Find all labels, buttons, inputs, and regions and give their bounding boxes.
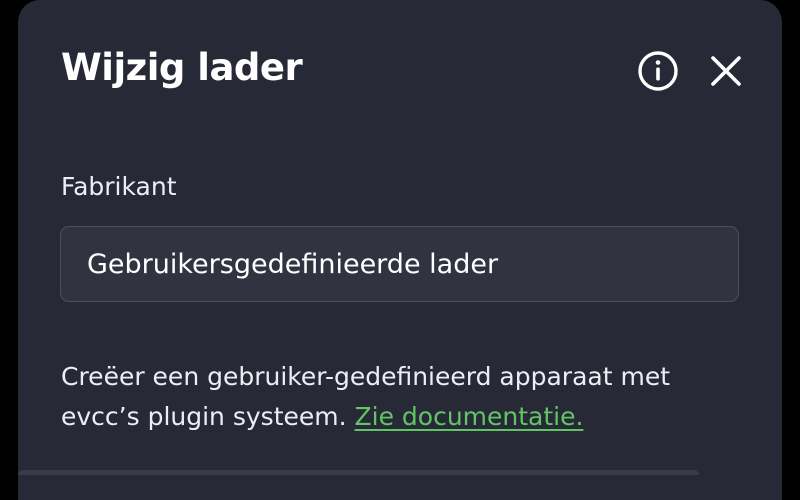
manufacturer-select-value: Gebruikersgedefinieerde lader (87, 248, 499, 280)
info-button[interactable] (636, 49, 680, 93)
close-icon (711, 56, 741, 86)
next-field-edge (18, 470, 699, 475)
manufacturer-select[interactable]: Gebruikersgedefinieerde lader (60, 226, 739, 302)
info-circle-icon (638, 51, 678, 91)
edit-charger-modal: Wijzig lader Fabrikant Gebruikersgedefin… (18, 0, 782, 500)
documentation-link[interactable]: Zie documentatie. (355, 402, 584, 431)
help-text: Creëer een gebruiker-gedefinieerd appara… (61, 357, 751, 437)
modal-title: Wijzig lader (61, 46, 303, 89)
close-button[interactable] (704, 49, 748, 93)
manufacturer-label: Fabrikant (61, 172, 177, 201)
